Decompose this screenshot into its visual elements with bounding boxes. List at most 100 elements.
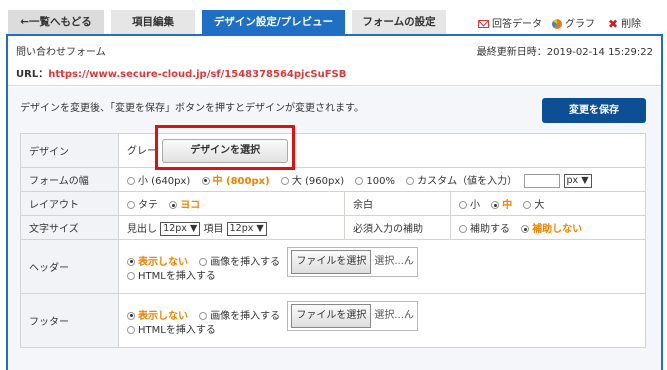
radio-checked-icon bbox=[127, 257, 135, 266]
radio-checked-icon bbox=[491, 201, 500, 209]
width-option-full[interactable]: 100% bbox=[355, 176, 395, 187]
layout-option-horizontal-label: ヨコ bbox=[180, 200, 201, 211]
radio-checked-icon bbox=[127, 311, 135, 320]
back-to-list-tab[interactable]: ←一覧へもどる bbox=[8, 10, 104, 34]
form-url-link[interactable]: https://www.secure-cloud.jp/sf/154837856… bbox=[48, 69, 346, 80]
design-settings-table: デザイン グレー デザインを選択 フォームの幅 小 (640px) 中 (800… bbox=[20, 133, 646, 348]
header-option-html-label: HTMLを挿入する bbox=[138, 270, 216, 282]
form-name: 問い合わせフォーム bbox=[16, 47, 106, 58]
margin-option-small[interactable]: 小 bbox=[459, 196, 480, 211]
delete-icon: ✖ bbox=[608, 17, 619, 31]
layout-option-vertical-label: タテ bbox=[138, 200, 158, 211]
radio-icon bbox=[280, 176, 289, 185]
width-option-medium[interactable]: 中 (800px) bbox=[201, 172, 270, 187]
width-option-custom-label: カスタム（値を入力） bbox=[417, 175, 518, 187]
pie-chart-icon bbox=[552, 19, 562, 29]
radio-icon bbox=[127, 176, 135, 185]
layout-option-vertical[interactable]: タテ bbox=[127, 196, 158, 211]
custom-width-input[interactable] bbox=[524, 173, 561, 188]
margin-option-small-label: 小 bbox=[470, 200, 480, 211]
width-option-large-label: 大 (960px) bbox=[291, 175, 345, 187]
margin-option-large-label: 大 bbox=[534, 200, 545, 211]
heading-size-label: 見出し bbox=[127, 223, 157, 235]
layout-options: タテ ヨコ bbox=[118, 191, 345, 216]
font-size-label: 文字サイズ bbox=[20, 215, 119, 240]
form-url-row: URL：https://www.secure-cloud.jp/sf/15483… bbox=[16, 65, 346, 80]
radio-checked-icon bbox=[201, 176, 210, 185]
tab-item-edit[interactable]: 項目編集 bbox=[111, 10, 195, 34]
layout-option-horizontal[interactable]: ヨコ bbox=[169, 196, 200, 211]
graph-link[interactable]: グラフ bbox=[552, 15, 595, 30]
radio-icon bbox=[127, 271, 135, 280]
font-size-options: 見出し 12px ▼ 項目 12px ▼ bbox=[118, 215, 345, 240]
design-panel: 問い合わせフォーム 最終更新日時：2019-02-14 15:29:22 URL… bbox=[6, 34, 663, 370]
header-file-button[interactable]: ファイルを選択 bbox=[291, 249, 372, 274]
header-file-status: 選択...ん bbox=[374, 255, 414, 267]
width-option-small[interactable]: 小 (640px) bbox=[127, 172, 190, 187]
margin-option-large[interactable]: 大 bbox=[523, 196, 544, 211]
footer-file-status: 選択...ん bbox=[374, 309, 414, 321]
radio-icon bbox=[523, 201, 532, 209]
width-option-custom[interactable]: カスタム（値を入力） bbox=[406, 172, 517, 187]
tab-form-settings[interactable]: フォームの設定 bbox=[352, 10, 446, 34]
header-option-image-label: 画像を挿入する bbox=[210, 256, 281, 268]
width-option-full-label: 100% bbox=[366, 175, 395, 187]
margin-options: 小 中 大 bbox=[450, 191, 646, 216]
radio-icon bbox=[127, 325, 135, 334]
form-info-box: 問い合わせフォーム 最終更新日時：2019-02-14 15:29:22 URL… bbox=[8, 36, 661, 86]
radio-icon bbox=[199, 257, 208, 266]
delete-link[interactable]: ✖ 削除 bbox=[608, 15, 641, 31]
answers-link[interactable]: 回答データ bbox=[478, 15, 542, 30]
delete-link-label: 削除 bbox=[621, 19, 642, 30]
footer-option-image-label: 画像を挿入する bbox=[210, 310, 281, 322]
custom-width-unit-select[interactable]: px ▼ bbox=[563, 173, 592, 188]
width-option-large[interactable]: 大 (960px) bbox=[280, 172, 345, 187]
radio-icon bbox=[355, 176, 364, 185]
footer-option-html[interactable]: HTMLを挿入する bbox=[127, 321, 216, 341]
design-row-value: グレー デザインを選択 bbox=[118, 133, 646, 168]
radio-icon bbox=[459, 201, 467, 209]
footer-options: 表示しない 画像を挿入する ファイルを選択 選択...ん HTMLを挿入する bbox=[118, 293, 646, 348]
heading-size-select[interactable]: 12px ▼ bbox=[160, 221, 201, 236]
current-design-name: グレー bbox=[127, 145, 157, 157]
header-option-html[interactable]: HTMLを挿入する bbox=[127, 267, 216, 287]
required-help-options: 補助する 補助しない bbox=[450, 215, 646, 240]
last-update-timestamp: 最終更新日時：2019-02-14 15:29:22 bbox=[476, 47, 653, 58]
width-option-small-label: 小 (640px) bbox=[138, 175, 191, 187]
required-help-off-label: 補助しない bbox=[532, 224, 583, 235]
footer-option-html-label: HTMLを挿入する bbox=[138, 324, 216, 336]
choose-design-button[interactable]: デザインを選択 bbox=[162, 138, 289, 163]
mail-icon bbox=[478, 20, 489, 28]
tab-design-preview[interactable]: デザイン設定/プレビュー bbox=[202, 10, 345, 34]
radio-icon bbox=[127, 201, 135, 209]
footer-options-line-1: 表示しない 画像を挿入する ファイルを選択 選択...ん bbox=[127, 300, 637, 331]
header-file-input[interactable]: ファイルを選択 選択...ん bbox=[287, 246, 418, 277]
margin-option-medium[interactable]: 中 bbox=[491, 196, 512, 211]
answers-link-label: 回答データ bbox=[492, 19, 542, 30]
footer-file-input[interactable]: ファイルを選択 選択...ん bbox=[287, 300, 418, 331]
radio-icon bbox=[459, 225, 467, 233]
save-changes-button[interactable]: 変更を保存 bbox=[542, 98, 646, 123]
top-tab-bar: ←一覧へもどる 項目編集 デザイン設定/プレビュー フォームの設定 回答データ … bbox=[0, 0, 667, 34]
required-help-label: 必須入力の補助 bbox=[344, 215, 451, 240]
item-size-label: 項目 bbox=[203, 223, 224, 235]
radio-checked-icon bbox=[521, 225, 530, 233]
radio-checked-icon bbox=[169, 201, 178, 209]
header-label: ヘッダー bbox=[20, 239, 119, 294]
margin-option-medium-label: 中 bbox=[502, 200, 513, 211]
item-size-select[interactable]: 12px ▼ bbox=[226, 221, 267, 236]
footer-label: フッター bbox=[20, 293, 119, 348]
form-width-label: フォームの幅 bbox=[20, 167, 119, 192]
footer-file-button[interactable]: ファイルを選択 bbox=[291, 303, 372, 328]
required-help-on-label: 補助する bbox=[470, 224, 510, 235]
design-settings-area: デザインを変更後、「変更を保存」ボタンを押すとデザインが変更されます。 変更を保… bbox=[8, 87, 661, 370]
margin-label: 余白 bbox=[344, 191, 451, 216]
header-options-line-1: 表示しない 画像を挿入する ファイルを選択 選択...ん bbox=[127, 246, 637, 277]
form-width-options: 小 (640px) 中 (800px) 大 (960px) 100% カスタム（… bbox=[118, 167, 646, 192]
required-help-off[interactable]: 補助しない bbox=[521, 220, 582, 235]
graph-link-label: グラフ bbox=[565, 19, 595, 30]
url-label: URL： bbox=[16, 69, 49, 80]
width-option-medium-label: 中 (800px) bbox=[212, 175, 270, 187]
radio-icon bbox=[406, 176, 415, 185]
required-help-on[interactable]: 補助する bbox=[459, 220, 510, 235]
